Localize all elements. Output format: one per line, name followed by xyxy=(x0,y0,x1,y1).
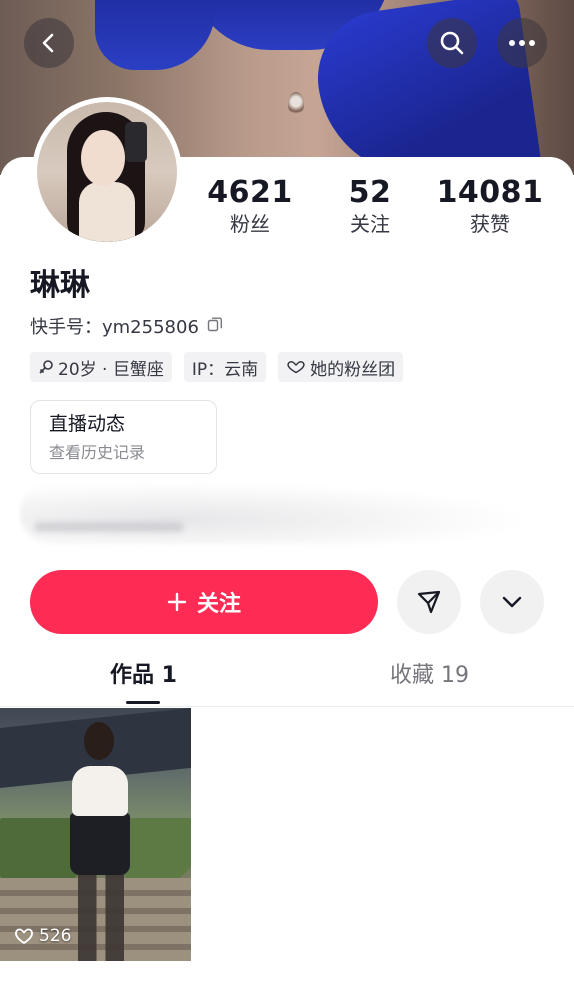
back-arrow-icon xyxy=(42,33,54,53)
stat-value: 14081 xyxy=(436,175,544,210)
stat-label: 粉丝 xyxy=(230,212,270,236)
more-options-button[interactable] xyxy=(497,18,547,68)
live-history-card[interactable]: 直播动态 查看历史记录 xyxy=(30,400,217,474)
tag-age-zodiac: 20岁 · 巨蟹座 xyxy=(30,352,172,382)
work-like-count: 526 xyxy=(14,926,71,946)
chevron-down-icon xyxy=(502,596,522,608)
cover-clothing-shape xyxy=(95,0,215,70)
tag-fan-club[interactable]: 她的粉丝团 xyxy=(278,352,404,382)
send-icon xyxy=(417,590,441,614)
work-thumbnail[interactable]: 526 xyxy=(0,708,191,961)
kuaishou-id-text: 快手号：ym255806 xyxy=(30,317,199,338)
profile-name: 琳琳 xyxy=(30,268,90,303)
copy-id-button[interactable] xyxy=(207,316,223,337)
tag-text: 她的粉丝团 xyxy=(310,359,396,380)
tag-ip-location: IP：云南 xyxy=(183,352,267,382)
profile-tags: 20岁 · 巨蟹座 IP：云南 她的粉丝团 xyxy=(30,352,404,382)
stat-following[interactable]: 52 关注 xyxy=(310,176,430,238)
plus-icon xyxy=(167,592,187,612)
follow-label: 关注 xyxy=(196,592,241,617)
stat-value: 52 xyxy=(348,175,392,210)
like-count-text: 526 xyxy=(39,926,72,946)
fan-club-icon xyxy=(287,361,305,374)
search-icon xyxy=(440,31,464,55)
kuaishou-id-row: 快手号：ym255806 xyxy=(30,313,223,339)
tag-text: 20岁 · 巨蟹座 xyxy=(58,359,164,380)
stat-label: 关注 xyxy=(350,212,390,236)
tab-divider xyxy=(0,706,574,707)
back-button[interactable] xyxy=(24,18,74,68)
stat-likes[interactable]: 14081 获赞 xyxy=(430,176,550,238)
stat-label: 获赞 xyxy=(470,212,510,236)
tab-works[interactable]: 作品 1 xyxy=(110,660,177,692)
stat-fans[interactable]: 4621 粉丝 xyxy=(190,176,310,238)
live-card-subtitle: 查看历史记录 xyxy=(49,443,146,462)
tab-favorites[interactable]: 收藏 19 xyxy=(390,660,469,692)
live-card-title: 直播动态 xyxy=(49,413,126,435)
share-button[interactable] xyxy=(397,570,461,634)
copy-icon xyxy=(207,317,222,331)
profile-stats: 4621 粉丝 52 关注 14081 获赞 xyxy=(0,176,574,246)
expand-button[interactable] xyxy=(480,570,544,634)
cover-detail xyxy=(288,92,304,116)
search-button[interactable] xyxy=(427,18,477,68)
female-icon xyxy=(39,360,53,374)
active-tab-indicator xyxy=(126,701,160,704)
tag-text: IP：云南 xyxy=(191,359,259,380)
follow-button[interactable]: 关注 xyxy=(30,570,378,634)
stat-value: 4621 xyxy=(207,175,293,210)
more-dots-icon xyxy=(509,40,535,46)
heart-icon xyxy=(15,928,33,945)
obscured-content xyxy=(20,482,530,544)
